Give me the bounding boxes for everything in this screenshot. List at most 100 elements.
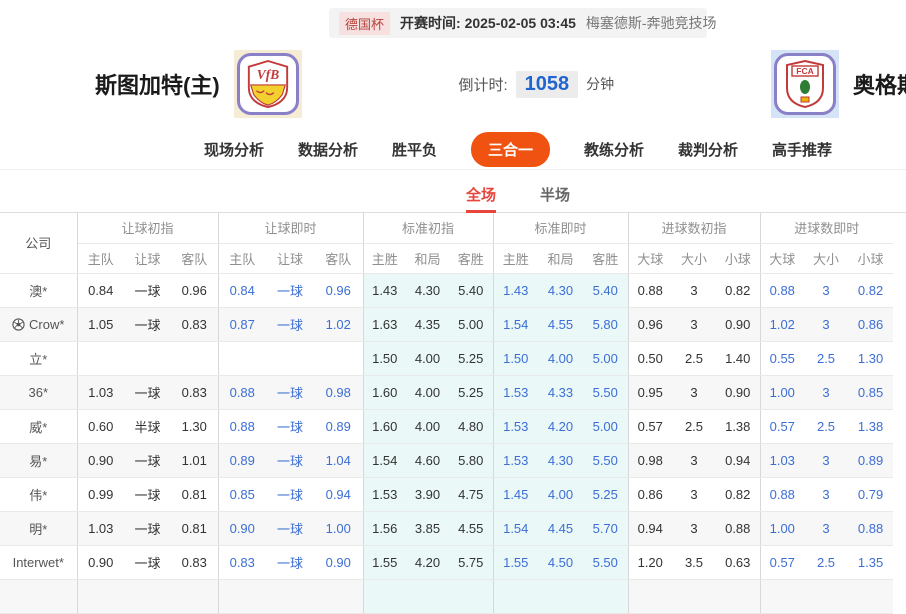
goals-initial-over: 0.95 (627, 375, 672, 410)
company-cell[interactable]: 明* (0, 511, 78, 546)
std-live-home-win: 1.54 (492, 307, 538, 342)
std-live-draw: 4.30 (538, 443, 583, 478)
company-cell[interactable]: 澳* (0, 273, 78, 308)
handicap-live-line: 一球 (266, 375, 314, 410)
std-live-home-win: 1.43 (492, 273, 538, 308)
handicap-initial-line (124, 341, 171, 376)
std-live-away-win: 5.80 (583, 307, 628, 342)
company-cell[interactable]: Crow* (0, 307, 78, 342)
goals-live-under: 0.85 (848, 375, 894, 410)
handicap-live-home: 0.84 (217, 273, 266, 308)
table-row[interactable]: 澳* 0.84 一球 0.96 0.84 一球 0.96 1.43 4.30 5… (0, 273, 894, 308)
nav-tab-coach-analysis[interactable]: 教练分析 (584, 139, 644, 160)
company-cell[interactable]: 立* (0, 341, 78, 376)
std-initial-draw: 4.30 (406, 273, 449, 308)
std-initial-draw: 4.00 (406, 341, 449, 376)
table-row[interactable]: 威* 0.60 半球 1.30 0.88 一球 0.89 1.60 4.00 4… (0, 409, 894, 444)
company-cell[interactable]: 威* (0, 409, 78, 444)
company-cell[interactable]: 伟* (0, 477, 78, 512)
handicap-initial-home: 0.90 (77, 443, 124, 478)
league-badge: 德国杯 (339, 11, 391, 35)
handicap-initial-away: 0.81 (171, 511, 218, 546)
company-cell[interactable]: Interwet* (0, 545, 78, 580)
table-row[interactable]: 36* 1.03 一球 0.83 0.88 一球 0.98 1.60 4.00 … (0, 375, 894, 410)
company-cell[interactable]: 36* (0, 375, 78, 410)
goals-live-over: 1.00 (759, 511, 805, 546)
nav-tab-data-analysis[interactable]: 数据分析 (298, 139, 358, 160)
col-header: 客队 (171, 243, 218, 274)
std-initial-away-win: 5.75 (449, 545, 493, 580)
handicap-initial-home: 1.05 (77, 307, 124, 342)
std-initial-draw: 3.90 (406, 477, 449, 512)
table-group-header-row: 公司 让球初指 让球即时 标准初指 标准即时 进球数初指 进球数即时 (0, 213, 894, 274)
std-initial-away-win: 5.80 (449, 443, 493, 478)
group-header-std-live: 标准即时 (492, 213, 628, 244)
handicap-initial-away: 1.01 (171, 443, 218, 478)
augsburg-crest-icon: FCA (785, 60, 824, 108)
company-name: 立* (29, 351, 48, 367)
goals-initial-line: 3 (672, 273, 716, 308)
table-row[interactable]: 立* 1.50 4.00 5.25 1.50 4.00 5.00 0.50 2.… (0, 341, 894, 376)
handicap-live-away (314, 341, 363, 376)
tab-full-match[interactable]: 全场 (465, 170, 496, 213)
goals-initial-line: 3.5 (672, 545, 716, 580)
handicap-initial-away: 1.30 (171, 409, 218, 444)
std-live-away-win: 5.50 (583, 443, 628, 478)
handicap-live-line: 一球 (266, 307, 314, 342)
std-initial-away-win: 5.40 (449, 273, 493, 308)
handicap-live-home: 0.88 (217, 375, 266, 410)
countdown-unit: 分钟 (586, 76, 615, 92)
company-cell[interactable]: 易* (0, 443, 78, 478)
goals-initial-under: 0.94 (716, 443, 761, 478)
company-name: 威* (29, 419, 48, 435)
col-header: 主胜 (362, 243, 406, 274)
nav-tab-win-draw-lose[interactable]: 胜平负 (392, 139, 437, 160)
std-live-away-win: 5.00 (583, 341, 628, 376)
table-row[interactable]: Interwet* 0.90 一球 0.83 0.83 一球 0.90 1.55… (0, 545, 894, 580)
match-info-bar: 德国杯 开赛时间: 2025-02-05 03:45 梅塞德斯-奔驰竞技场 (329, 8, 717, 38)
nav-tab-referee-analysis[interactable]: 裁判分析 (678, 139, 738, 160)
nav-tab-three-in-one[interactable]: 三合一 (470, 132, 550, 167)
handicap-initial-line: 一球 (124, 273, 171, 308)
away-team-logo: FCA (770, 50, 839, 118)
tab-half-match[interactable]: 半场 (540, 170, 570, 213)
goals-live-under: 0.82 (848, 273, 894, 308)
table-row[interactable]: 易* 0.90 一球 1.01 0.89 一球 1.04 1.54 4.60 5… (0, 443, 894, 478)
goals-initial-over: 0.96 (627, 307, 672, 342)
goals-live-under: 1.35 (848, 545, 894, 580)
goals-initial-over: 1.20 (627, 545, 672, 580)
handicap-initial-home (77, 341, 124, 376)
col-header: 小球 (716, 243, 761, 274)
col-header: 小球 (848, 243, 894, 274)
table-row-partial (0, 579, 894, 614)
group-header-handicap-initial: 让球初指 (77, 213, 218, 244)
std-live-away-win: 5.00 (583, 409, 628, 444)
handicap-initial-line: 一球 (124, 307, 171, 342)
col-header: 主队 (217, 243, 266, 274)
group-header-goals-initial: 进球数初指 (627, 213, 761, 244)
goals-live-over: 0.55 (759, 341, 805, 376)
home-team: 斯图加特(主) VfB (95, 50, 302, 118)
nav-tab-expert-picks[interactable]: 高手推荐 (772, 139, 832, 160)
col-header: 让球 (124, 243, 171, 274)
goals-live-under: 0.88 (848, 511, 894, 546)
std-live-away-win: 5.50 (583, 375, 628, 410)
std-initial-draw: 4.60 (406, 443, 449, 478)
table-row[interactable]: Crow* 1.05 一球 0.83 0.87 一球 1.02 1.63 4.3… (0, 307, 894, 342)
table-row[interactable]: 伟* 0.99 一球 0.81 0.85 一球 0.94 1.53 3.90 4… (0, 477, 894, 512)
team-header: 斯图加特(主) VfB 倒计时: 1058 分钟 FCA 奥格 (0, 38, 906, 130)
countdown-label: 倒计时: (458, 76, 508, 94)
odds-table: 公司 让球初指 让球即时 标准初指 标准即时 进球数初指 进球数即时 主队 让球… (0, 213, 894, 614)
goals-live-over: 1.03 (759, 443, 805, 478)
handicap-initial-home: 0.90 (77, 545, 124, 580)
std-live-draw: 4.55 (538, 307, 583, 342)
std-live-draw: 4.33 (538, 375, 583, 410)
std-initial-home-win: 1.63 (362, 307, 406, 342)
std-initial-draw: 4.00 (406, 409, 449, 444)
goals-initial-line: 2.5 (672, 409, 716, 444)
col-header: 主胜 (492, 243, 538, 274)
table-row[interactable]: 明* 1.03 一球 0.81 0.90 一球 1.00 1.56 3.85 4… (0, 511, 894, 546)
std-live-away-win: 5.40 (583, 273, 628, 308)
nav-tab-live-analysis[interactable]: 现场分析 (204, 139, 264, 160)
goals-initial-under: 0.63 (716, 545, 761, 580)
